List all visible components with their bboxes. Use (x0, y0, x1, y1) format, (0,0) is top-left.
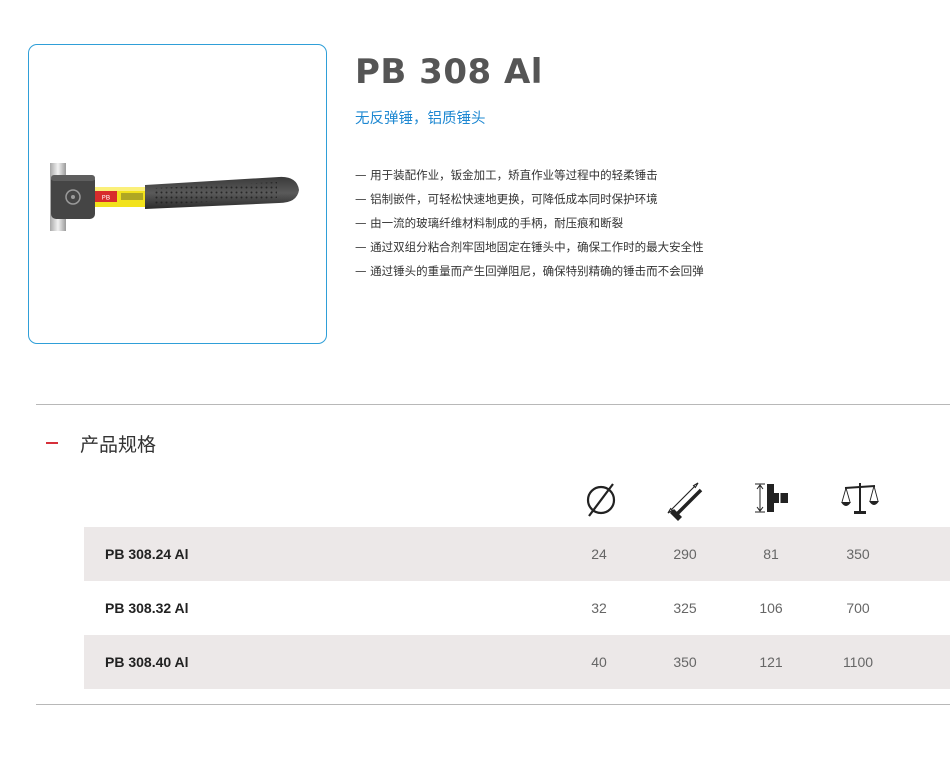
section-divider (36, 404, 950, 405)
spec-row: PB 308.40 Al 40 350 121 1100 (84, 635, 950, 689)
feature-item: — 用于装配作业，钣金加工，矫直作业等过程中的轻柔锤击 (355, 168, 658, 182)
feature-item: — 由一流的玻璃纤维材料制成的手柄，耐压痕和断裂 (355, 216, 624, 230)
model-number: PB 308.24 Al (105, 546, 189, 562)
diameter-value: 32 (591, 600, 607, 616)
head-length-icon (755, 483, 788, 513)
head-length-value: 121 (759, 654, 783, 670)
svg-text:PB: PB (102, 194, 110, 202)
head-length-value: 106 (759, 600, 783, 616)
spec-row: PB 308.24 Al 24 290 81 350 (84, 527, 950, 581)
feature-list: — 用于装配作业，钣金加工，矫直作业等过程中的轻柔锤击 — 铝制嵌件，可轻松快速… (355, 165, 704, 285)
feature-item: — 通过双组分粘合剂牢固地固定在锤头中，确保工作时的最大安全性 (355, 240, 704, 254)
product-image-card[interactable]: PB (28, 44, 327, 344)
product-subtitle: 无反弹锤，铝质锤头 (355, 111, 486, 127)
diameter-icon (586, 483, 616, 517)
hammer-image: PB (50, 163, 299, 231)
spec-section-header[interactable]: 产品规格 (46, 428, 156, 458)
weight-value: 700 (846, 600, 870, 616)
length-value: 325 (673, 600, 697, 616)
weight-scale-icon (841, 483, 879, 514)
length-value: 290 (673, 546, 697, 562)
spec-heading: 产品规格 (80, 433, 157, 456)
model-number: PB 308.32 Al (105, 600, 189, 616)
length-icon (667, 482, 703, 521)
weight-value: 350 (846, 546, 870, 562)
length-value: 350 (673, 654, 697, 670)
spec-row: PB 308.32 Al 32 325 106 700 (84, 581, 950, 635)
diameter-value: 40 (591, 654, 607, 670)
head-length-value: 81 (763, 546, 779, 562)
weight-value: 1100 (842, 654, 874, 670)
collapse-toggle-icon[interactable] (46, 436, 58, 450)
feature-item: — 通过锤头的重量而产生回弹阻尼，确保特别精确的锤击而不会回弹 (355, 264, 704, 278)
section-divider (36, 704, 950, 705)
feature-item: — 铝制嵌件，可轻松快速地更换，可降低成本同时保护环境 (355, 192, 658, 206)
diameter-value: 24 (591, 546, 607, 562)
model-number: PB 308.40 Al (105, 654, 189, 670)
product-title: PB 308 Al (355, 52, 543, 92)
